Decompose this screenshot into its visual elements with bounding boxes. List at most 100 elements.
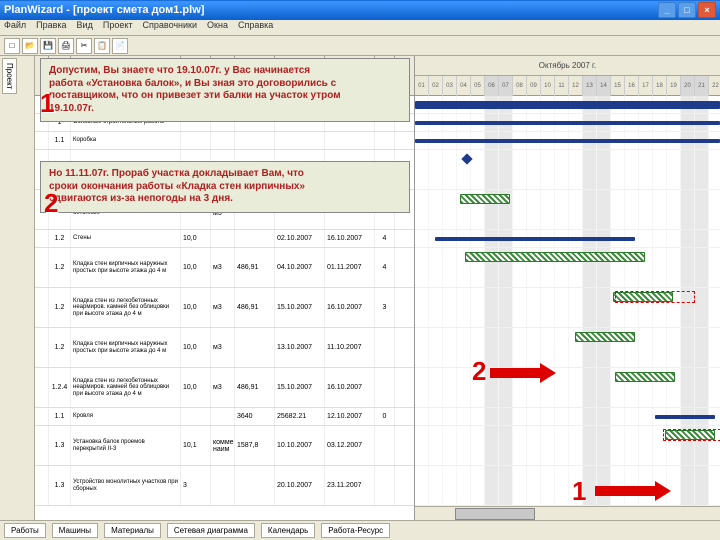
grid-cell: 1.2: [49, 230, 71, 247]
toolbar-cut-icon[interactable]: ✂: [76, 38, 92, 54]
gantt-bar[interactable]: [615, 372, 675, 382]
day-header-cell: 03: [443, 76, 457, 96]
menu-item[interactable]: Проект: [103, 20, 133, 35]
grid-cell: [211, 408, 235, 425]
annotation-number: 1: [40, 88, 54, 119]
grid-cell: 486,91: [235, 248, 275, 287]
table-row[interactable]: 1.3Установка балок проемов перекрытий II…: [35, 426, 414, 466]
day-header-cell: 14: [597, 76, 611, 96]
grid-cell: 25682.21: [275, 408, 325, 425]
toolbar-print-icon[interactable]: 🖨: [58, 38, 74, 54]
gantt-highlight: [663, 429, 720, 441]
h-scrollbar[interactable]: [415, 506, 720, 520]
toolbar-new-icon[interactable]: □: [4, 38, 20, 54]
table-row[interactable]: 1.2Кладка стен из легкобетонных неармиро…: [35, 288, 414, 328]
toolbar-save-icon[interactable]: 💾: [40, 38, 56, 54]
grid-cell: [375, 466, 395, 505]
gantt-bar[interactable]: [415, 121, 720, 125]
menubar: Файл Правка Вид Проект Справочники Окна Справк…: [0, 20, 720, 36]
grid-cell: [235, 230, 275, 247]
bottom-tab[interactable]: Машины: [52, 523, 98, 538]
menu-item[interactable]: Справка: [238, 20, 273, 35]
grid-cell: 01.11.2007: [325, 248, 375, 287]
grid-cell: Кладка стен из легкобетонных неармиров. …: [71, 288, 181, 327]
day-header-cell: 15: [611, 76, 625, 96]
table-row[interactable]: 1.1Кровля364025682.2112.10.20070: [35, 408, 414, 426]
bottom-tab[interactable]: Работа-Ресурс: [321, 523, 390, 538]
grid-cell: 10,1: [181, 426, 211, 465]
table-row[interactable]: 1.2.4Кладка стен из легкобетонных неарми…: [35, 368, 414, 408]
gantt-bar[interactable]: [415, 139, 720, 143]
annotation-number: 1: [572, 476, 586, 507]
annotation-arrow: [490, 368, 540, 378]
grid-cell: 03.12.2007: [325, 426, 375, 465]
callout-2: Но 11.11.07г. Прораб участка докладывает…: [40, 161, 410, 213]
window-title: PlanWizard - [проект смета дом1.plw]: [4, 4, 658, 16]
annotation-number: 2: [44, 188, 58, 219]
grid-cell: 1.2: [49, 288, 71, 327]
gantt-row: [415, 328, 720, 368]
gantt-bar[interactable]: [575, 332, 635, 342]
gantt-bar[interactable]: [435, 237, 635, 241]
table-row[interactable]: 1.1Коробка: [35, 132, 414, 150]
menu-item[interactable]: Правка: [36, 20, 66, 35]
table-row[interactable]: 1.3Устройство монолитных участков при сб…: [35, 466, 414, 506]
left-panel: Проект: [0, 56, 35, 520]
grid-panel: №НаименованиеКол-воЕд.Трудоёмк.Нач.Оконч…: [35, 56, 415, 520]
gantt-row: [415, 132, 720, 150]
table-row[interactable]: 1.2Кладка стен кирпичных наружных просты…: [35, 328, 414, 368]
gantt-row: [415, 114, 720, 132]
grid-cell: м3: [211, 328, 235, 367]
toolbar-open-icon[interactable]: 📂: [22, 38, 38, 54]
bottom-tab[interactable]: Календарь: [261, 523, 315, 538]
gantt-row: [415, 96, 720, 114]
toolbar-paste-icon[interactable]: 📄: [112, 38, 128, 54]
grid-cell: 15.10.2007: [275, 368, 325, 407]
grid-cell: [375, 426, 395, 465]
day-header-cell: 06: [485, 76, 499, 96]
gantt-bar[interactable]: [460, 194, 510, 204]
table-row[interactable]: 1.2Стены10,002.10.200716.10.20074: [35, 230, 414, 248]
grid-cell: 1.1: [49, 132, 71, 149]
grid-cell: 16.10.2007: [325, 230, 375, 247]
grid-cell: 3: [375, 288, 395, 327]
grid-cell: Кровля: [71, 408, 181, 425]
gantt-bar[interactable]: [465, 252, 645, 262]
maximize-button[interactable]: □: [678, 2, 696, 18]
workspace: Проект №НаименованиеКол-воЕд.Трудоёмк.На…: [0, 56, 720, 520]
gantt-bar[interactable]: [655, 415, 715, 419]
grid-cell: 16.10.2007: [325, 368, 375, 407]
gantt-bar[interactable]: [415, 101, 720, 109]
grid-cell: 0: [375, 408, 395, 425]
grid-cell: Кладка стен из легкобетонных неармиров. …: [71, 368, 181, 407]
gantt-row: [415, 190, 720, 230]
minimize-button[interactable]: _: [658, 2, 676, 18]
day-header-cell: 01: [415, 76, 429, 96]
menu-item[interactable]: Окна: [207, 20, 228, 35]
grid-cell: [235, 328, 275, 367]
grid-body: 40152.7510.09.200701.04.200801Основные с…: [35, 96, 414, 506]
grid-cell: 1587,8: [235, 426, 275, 465]
grid-cell: Устройство монолитных участков при сборн…: [71, 466, 181, 505]
close-button[interactable]: ×: [698, 2, 716, 18]
grid-cell: [211, 466, 235, 505]
grid-cell: 11.10.2007: [325, 328, 375, 367]
left-tab[interactable]: Проект: [2, 58, 17, 94]
bottom-tab[interactable]: Работы: [4, 523, 46, 538]
grid-cell: 1.2.4: [49, 368, 71, 407]
toolbar: □ 📂 💾 🖨 ✂ 📋 📄: [0, 36, 720, 56]
grid-cell: Коробка: [71, 132, 181, 149]
callout-1: Допустим, Вы знаете что 19.10.07г. у Вас…: [40, 58, 410, 122]
scroll-thumb[interactable]: [455, 508, 535, 520]
bottom-tab[interactable]: Сетевая диаграмма: [167, 523, 255, 538]
grid-cell: м3: [211, 248, 235, 287]
grid-cell: 1.1: [49, 408, 71, 425]
menu-item[interactable]: Файл: [4, 20, 26, 35]
toolbar-copy-icon[interactable]: 📋: [94, 38, 110, 54]
bottom-tab[interactable]: Материалы: [104, 523, 161, 538]
menu-item[interactable]: Вид: [77, 20, 93, 35]
menu-item[interactable]: Справочники: [143, 20, 198, 35]
grid-cell: 02.10.2007: [275, 230, 325, 247]
table-row[interactable]: 1.2Кладка стен кирпичных наружных просты…: [35, 248, 414, 288]
grid-cell: [211, 230, 235, 247]
